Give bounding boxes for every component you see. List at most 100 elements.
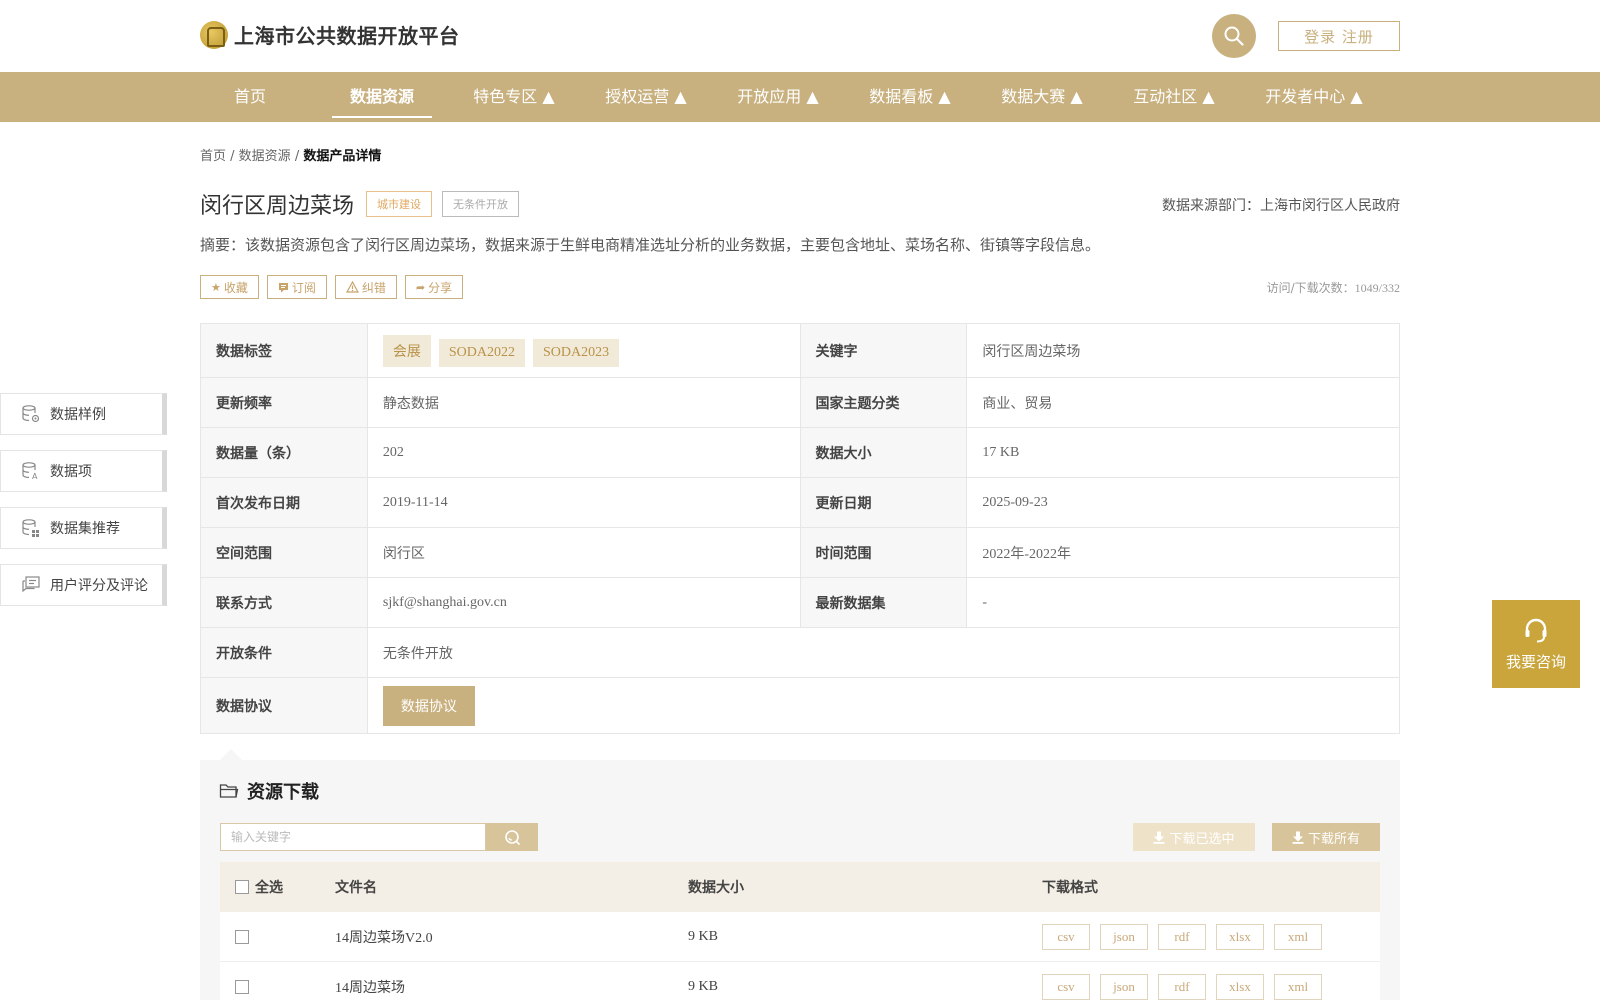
subscribe-button[interactable]: 订阅 <box>266 275 327 299</box>
data-tag-chip[interactable]: 会展 <box>382 334 431 367</box>
table-row: 空间范围 闵行区 时间范围 2022年-2022年 <box>200 527 1400 578</box>
folder-icon <box>219 784 239 798</box>
keyword-label: 关键字 <box>799 323 968 378</box>
top-header: 上海市公共数据开放平台 登录 注册 <box>0 0 1600 72</box>
file-size: 9 KB <box>688 929 718 944</box>
select-all-label: 全选 <box>255 880 283 896</box>
download-icon <box>1153 831 1165 844</box>
nav-data-dashboard[interactable]: 数据看板 ▲ <box>862 72 958 122</box>
action-bar: ★ 收藏 订阅 纠错 ➦ 分享 <box>200 275 464 299</box>
counts-label: 访问/下载次数： <box>1266 281 1355 295</box>
data-size-value: 17 KB <box>966 427 1400 478</box>
sidebar-item-ratings-comments[interactable]: 用户评分及评论 <box>0 564 167 606</box>
open-type-tag: 无条件开放 <box>442 191 520 217</box>
tags-label: 数据标签 <box>200 323 368 378</box>
format-header: 下载格式 <box>1042 880 1098 896</box>
search-icon <box>1224 26 1244 46</box>
site-title: 上海市公共数据开放平台 <box>234 24 460 48</box>
format-xml-button[interactable]: xml <box>1274 924 1322 950</box>
nav-community[interactable]: 互动社区 ▲ <box>1126 72 1222 122</box>
data-size-label: 数据大小 <box>799 427 968 478</box>
format-csv-button[interactable]: csv <box>1042 974 1090 1000</box>
update-frequency-label: 更新频率 <box>200 377 368 428</box>
data-tag-chip[interactable]: SODA2022 <box>438 338 525 367</box>
table-row: 14周边菜场V2.0 9 KB csv json rdf xlsx xml <box>220 912 1380 962</box>
breadcrumb: 首页 / 数据资源 / 数据产品详情 <box>200 145 381 164</box>
format-json-button[interactable]: json <box>1100 924 1148 950</box>
keyword-search-button[interactable] <box>486 823 538 851</box>
row-checkbox[interactable] <box>235 980 249 994</box>
nav-home[interactable]: 首页 <box>220 72 280 122</box>
source-department: 数据来源部门：上海市闵行区人民政府 <box>1162 198 1400 214</box>
table-row: 开放条件 无条件开放 <box>200 627 1401 678</box>
file-name: 14周边菜场V2.0 <box>335 931 433 946</box>
contact-value[interactable]: sjkf@shanghai.gov.cn <box>366 577 801 628</box>
report-error-button[interactable]: 纠错 <box>334 275 397 299</box>
first-publish-value: 2019-11-14 <box>366 477 801 528</box>
visit-download-counts: 访问/下载次数：1049/332 <box>1267 279 1400 296</box>
nav-developer-center[interactable]: 开发者中心 ▲ <box>1258 72 1370 122</box>
nav-special-zones[interactable]: 特色专区 ▲ <box>466 72 562 122</box>
counts-value: 1049/332 <box>1354 281 1400 295</box>
time-range-value: 2022年-2022年 <box>966 527 1400 578</box>
star-icon: ★ <box>211 280 221 294</box>
table-row: 数据标签 会展 SODA2022 SODA2023 关键字 闵行区周边菜场 <box>200 323 1400 378</box>
format-rdf-button[interactable]: rdf <box>1158 924 1206 950</box>
contact-label: 联系方式 <box>200 577 368 628</box>
page-title: 闵行区周边菜场 <box>200 194 355 219</box>
favorite-label: 收藏 <box>223 280 248 295</box>
format-xlsx-button[interactable]: xlsx <box>1216 924 1264 950</box>
sidebar-item-dataset-recommend[interactable]: 数据集推荐 <box>0 507 167 549</box>
record-count-value: 202 <box>366 427 801 478</box>
download-all-button[interactable]: 下载所有 <box>1272 823 1380 851</box>
nav-data-contest[interactable]: 数据大赛 ▲ <box>994 72 1090 122</box>
download-selected-button[interactable]: 下载已选中 <box>1133 823 1255 851</box>
format-xlsx-button[interactable]: xlsx <box>1216 974 1264 1000</box>
select-all[interactable]: 全选 <box>235 862 283 912</box>
row-checkbox[interactable] <box>235 930 249 944</box>
logo-emblem-icon <box>200 20 228 49</box>
database-gear-icon <box>22 405 40 423</box>
resource-title-text: 资源下载 <box>247 782 319 803</box>
subscribe-label: 订阅 <box>291 280 316 295</box>
record-count-label: 数据量（条） <box>200 427 368 478</box>
site-logo[interactable]: 上海市公共数据开放平台 <box>200 20 460 49</box>
sidebar-item-data-fields[interactable]: A 数据项 <box>0 450 167 492</box>
main-nav: 首页 数据资源 特色专区 ▲ 授权运营 ▲ 开放应用 ▲ 数据看板 ▲ 数据大赛… <box>0 72 1600 122</box>
sidebar-item-label: 数据项 <box>50 464 92 480</box>
search-button[interactable] <box>1212 14 1256 58</box>
protocol-label: 数据协议 <box>200 677 368 734</box>
spatial-range-value: 闵行区 <box>366 527 801 578</box>
file-table-header: 全选 文件名 数据大小 下载格式 <box>220 862 1380 912</box>
data-tag-chip[interactable]: SODA2023 <box>533 338 620 367</box>
format-rdf-button[interactable]: rdf <box>1158 974 1206 1000</box>
favorite-button[interactable]: ★ 收藏 <box>200 275 259 299</box>
breadcrumb-home[interactable]: 首页 <box>200 149 226 164</box>
spatial-range-label: 空间范围 <box>200 527 368 578</box>
table-row: 数据协议 数据协议 <box>200 677 1401 734</box>
share-button[interactable]: ➦ 分享 <box>404 275 464 299</box>
format-csv-button[interactable]: csv <box>1042 924 1090 950</box>
sidebar-item-data-sample[interactable]: 数据样例 <box>0 393 167 435</box>
select-all-checkbox[interactable] <box>235 880 249 894</box>
consult-button[interactable]: 我要咨询 <box>1492 600 1580 688</box>
download-all-label: 下载所有 <box>1307 831 1360 847</box>
format-json-button[interactable]: json <box>1100 974 1148 1000</box>
database-text-icon: A <box>22 462 38 481</box>
login-register-button[interactable]: 登录 注册 <box>1278 21 1400 51</box>
table-row: 首次发布日期 2019-11-14 更新日期 2025-09-23 <box>200 477 1400 528</box>
keyword-search-input[interactable] <box>220 823 486 851</box>
subscribe-icon <box>278 282 288 292</box>
update-date-label: 更新日期 <box>799 477 968 528</box>
nav-open-apps[interactable]: 开放应用 ▲ <box>730 72 826 122</box>
data-protocol-button[interactable]: 数据协议 <box>382 685 475 726</box>
format-xml-button[interactable]: xml <box>1274 974 1322 1000</box>
table-row: 更新频率 静态数据 国家主题分类 商业、贸易 <box>200 377 1400 428</box>
file-size: 9 KB <box>688 979 718 994</box>
breadcrumb-resources[interactable]: 数据资源 <box>239 149 291 164</box>
format-buttons: csv json rdf xlsx xml <box>1042 962 1332 1000</box>
product-summary: 摘要：该数据资源包含了闵行区周边菜场，数据来源于生鲜电商精准选址分析的业务数据，… <box>200 236 1101 254</box>
nav-authorized-ops[interactable]: 授权运营 ▲ <box>598 72 694 122</box>
theme-value: 商业、贸易 <box>966 377 1400 428</box>
nav-data-resources[interactable]: 数据资源 <box>332 72 432 122</box>
